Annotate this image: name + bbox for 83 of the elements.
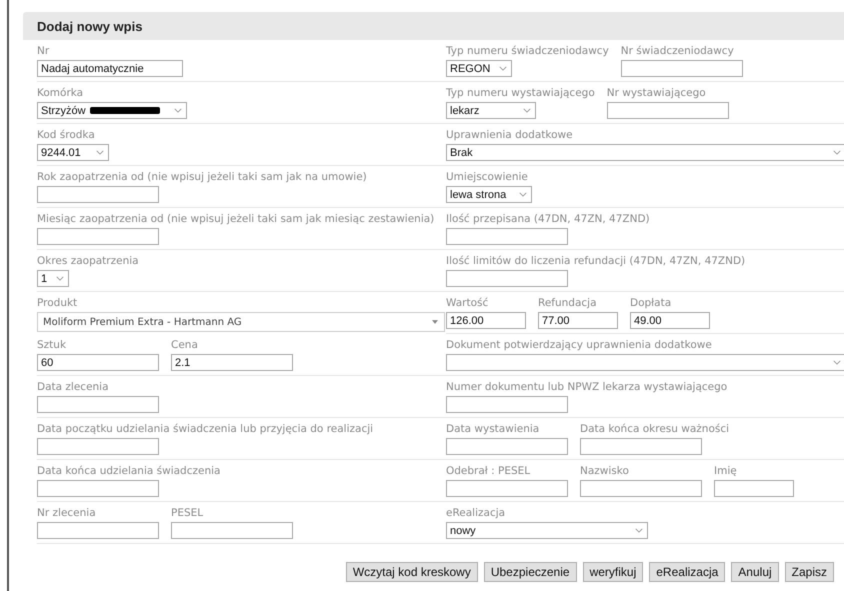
field-label: Uprawnienia dodatkowe — [446, 128, 574, 142]
text-field[interactable] — [446, 480, 568, 497]
caret-icon — [432, 320, 438, 324]
field-label: Data zlecenia — [37, 380, 110, 394]
field-label: Ilość przepisana (47DN, 47ZN, 47ZND) — [446, 212, 650, 226]
field-label: Kod środka — [37, 128, 96, 142]
text-field[interactable] — [446, 270, 568, 287]
dropdown[interactable]: lekarz — [446, 102, 536, 119]
field-label: Dopłata — [630, 296, 672, 310]
field-label: Miesiąc zaopatrzenia od (nie wpisuj jeżeli taki sam jak miesiąc zestawienia) — [37, 212, 434, 226]
chevron-down-icon — [833, 360, 841, 365]
text-field[interactable] — [620, 60, 743, 77]
field-label: Imię — [714, 464, 738, 478]
field-label: Nr świadczeniodawcy — [620, 44, 735, 58]
field-label: Dokument potwierdzający uprawnienia dodatkowe — [446, 338, 713, 352]
dropdown[interactable]: 1 — [37, 270, 69, 287]
combo-box[interactable]: Moliform Premium Extra - Hartmann AG — [37, 312, 445, 332]
chevron-down-icon — [523, 108, 531, 113]
chevron-down-icon — [833, 150, 841, 155]
dropdown[interactable]: Strzyżów — [37, 102, 187, 119]
dropdown[interactable]: REGON — [446, 60, 512, 77]
chevron-down-icon — [56, 276, 64, 281]
text-field[interactable] — [446, 228, 568, 245]
text-field[interactable] — [37, 396, 159, 413]
dialog-button[interactable]: Wczytaj kod kreskowy — [346, 562, 478, 582]
text-field[interactable] — [446, 396, 568, 413]
dropdown[interactable]: Brak — [446, 144, 844, 161]
text-field[interactable]: 60 — [37, 354, 159, 371]
field-label: Data wystawienia — [446, 422, 540, 436]
chevron-down-icon — [499, 66, 507, 71]
dropdown[interactable]: 9244.01 — [37, 144, 109, 161]
text-field[interactable] — [37, 438, 159, 455]
text-field[interactable] — [446, 438, 568, 455]
text-field[interactable] — [37, 186, 159, 203]
dialog-button[interactable]: eRealizacja — [649, 562, 726, 582]
field-label: Data końca okresu ważności — [580, 422, 730, 436]
text-field[interactable] — [37, 480, 159, 497]
text-field[interactable] — [37, 228, 159, 245]
field-label: Rok zaopatrzenia od (nie wpisuj jeżeli taki sam jak na umowie) — [37, 170, 367, 184]
dialog-button[interactable]: Ubezpieczenie — [484, 562, 577, 582]
text-field[interactable] — [580, 438, 702, 455]
dropdown[interactable]: nowy — [446, 522, 648, 539]
chevron-down-icon — [519, 192, 527, 197]
field-label: Refundacja — [538, 296, 598, 310]
field-label: Umiejscowienie — [446, 170, 529, 184]
field-label: eRealizacja — [446, 506, 506, 520]
field-label: Cena — [171, 338, 199, 352]
field-label: Data początku udzielania świadczenia lub przyjęcia do realizacji — [37, 422, 374, 436]
chevron-down-icon — [635, 528, 643, 533]
field-label: Nr wystawiającego — [606, 86, 707, 100]
text-field[interactable]: 77.00 — [538, 312, 618, 329]
field-label: Typ numeru świadczeniodawcy — [446, 44, 609, 58]
field-label: Komórka — [37, 86, 84, 100]
field-label: Sztuk — [37, 338, 68, 352]
field-label: Typ numeru wystawiającego — [446, 86, 595, 100]
dialog-button[interactable]: Zapisz — [784, 562, 834, 582]
field-label: Produkt — [37, 296, 78, 310]
field-label: Ilość limitów do liczenia refundacji (47DN, 47ZN, 47ZND) — [446, 254, 746, 268]
chevron-down-icon — [96, 150, 104, 155]
dropdown[interactable] — [446, 354, 844, 371]
field-label: Nr — [37, 44, 50, 58]
text-field[interactable] — [714, 480, 794, 497]
field-label: PESEL — [171, 506, 204, 520]
field-label: Nazwisko — [580, 464, 630, 478]
text-field[interactable] — [37, 522, 159, 539]
dialog-button[interactable]: weryfikuj — [582, 562, 644, 582]
dialog-title: Dodaj nowy wpis — [37, 18, 142, 34]
field-label: Wartość — [446, 296, 490, 310]
dialog-button[interactable]: Anuluj — [731, 562, 779, 582]
text-field[interactable]: Nadaj automatycznie — [37, 60, 183, 77]
field-label: Okres zaopatrzenia — [37, 254, 139, 268]
text-field[interactable]: 49.00 — [630, 312, 710, 329]
field-label: Nr zlecenia — [37, 506, 97, 520]
field-label: Data końca udzielania świadczenia — [37, 464, 220, 478]
text-field[interactable]: 2.1 — [171, 354, 293, 371]
chevron-down-icon — [174, 108, 182, 113]
dropdown[interactable]: lewa strona — [446, 186, 532, 203]
text-field[interactable] — [171, 522, 293, 539]
field-label: Odebrał : PESEL — [446, 464, 532, 478]
field-label: Numer dokumentu lub NPWZ lekarza wystawiającego — [446, 380, 728, 394]
text-field[interactable]: 126.00 — [446, 312, 526, 329]
text-field[interactable] — [580, 480, 702, 497]
text-field[interactable] — [606, 102, 729, 119]
